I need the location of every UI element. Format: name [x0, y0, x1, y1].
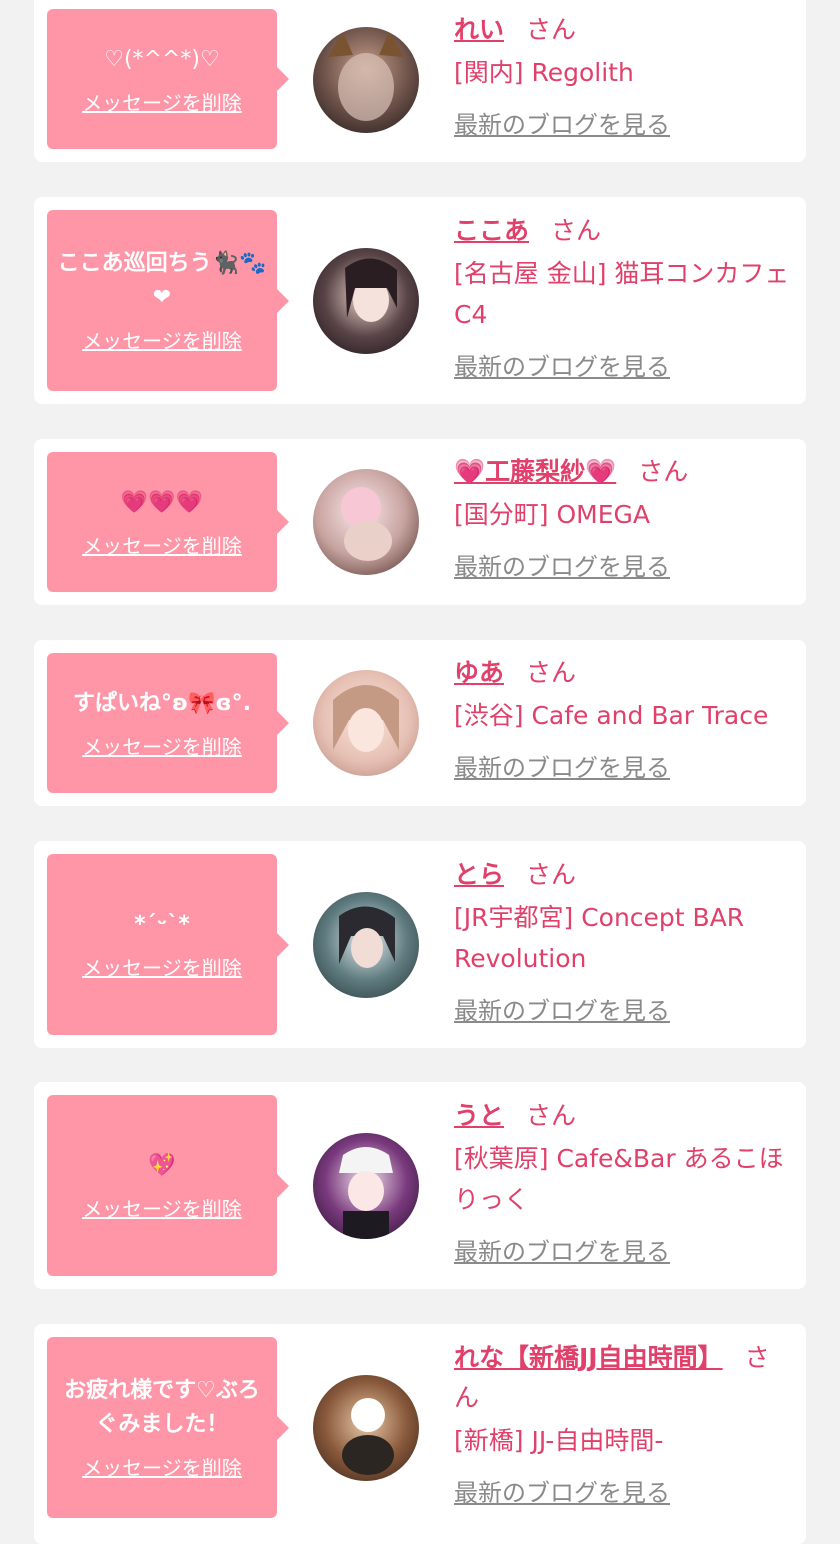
message-text: すぱいね°ʚ🎀ɞ°. [73, 690, 251, 716]
profile-photo-icon [313, 469, 419, 575]
user-name-link[interactable]: ここあ [454, 216, 529, 245]
list-item: 💖 メッセージを削除 うと さん [秋葉原] Cafe&Bar あるこほりっく 最… [34, 1082, 806, 1289]
list-item: *ˊᵕˋ* メッセージを削除 とら さん [JR宇都宮] Concept BAR … [34, 841, 806, 1048]
avatar[interactable] [313, 892, 419, 998]
latest-blog-link[interactable]: 最新のブログを見る [454, 1232, 670, 1267]
list-item: ここあ巡回ちう🐈‍⬛🐾❤ メッセージを削除 ここあ さん [名古屋 金山] 猫耳コ… [34, 197, 806, 404]
honorific: さん [526, 658, 577, 687]
user-name-link[interactable]: とら [454, 860, 504, 889]
delete-message-link[interactable]: メッセージを削除 [82, 731, 242, 760]
user-name-link[interactable]: れな【新橋JJ自由時間】 [454, 1343, 723, 1372]
message-bubble: *ˊᵕˋ* メッセージを削除 [47, 854, 289, 1035]
avatar[interactable] [313, 248, 419, 354]
honorific: さん [526, 860, 577, 889]
user-name-link[interactable]: 💗工藤梨紗💗 [454, 457, 616, 486]
delete-message-link[interactable]: メッセージを削除 [82, 325, 242, 354]
delete-message-link[interactable]: メッセージを削除 [82, 1193, 242, 1222]
profile-photo-icon [313, 892, 419, 998]
user-name-link[interactable]: れい [454, 15, 504, 44]
message-text: 💖 [148, 1153, 176, 1178]
message-text: お疲れ様です♡ぶろぐみました！ [64, 1378, 260, 1437]
profile-photo-icon [313, 1133, 419, 1239]
avatar[interactable] [313, 1375, 419, 1481]
honorific: さん [526, 1101, 577, 1130]
latest-blog-link[interactable]: 最新のブログを見る [454, 105, 670, 140]
profile-photo-icon [313, 670, 419, 776]
message-bubble: お疲れ様です♡ぶろぐみました！ メッセージを削除 [47, 1337, 289, 1518]
delete-message-link[interactable]: メッセージを削除 [82, 1452, 242, 1481]
list-item: すぱいね°ʚ🎀ɞ°. メッセージを削除 ゆあ さん [渋谷] Cafe and B… [34, 640, 806, 806]
message-bubble: 💖 メッセージを削除 [47, 1095, 289, 1276]
latest-blog-link[interactable]: 最新のブログを見る [454, 547, 670, 582]
entry-info: れい さん [関内] Regolith 最新のブログを見る [454, 10, 794, 140]
list-item: 💗💗💗 メッセージを削除 💗工藤梨紗💗 さん [国分町] OMEGA 最新のブログ… [34, 439, 806, 605]
avatar[interactable] [313, 1133, 419, 1239]
delete-message-link[interactable]: メッセージを削除 [82, 952, 242, 981]
avatar[interactable] [313, 469, 419, 575]
shop-name: [名古屋 金山] 猫耳コンカフェ C4 [454, 259, 790, 329]
message-bubble: ここあ巡回ちう🐈‍⬛🐾❤ メッセージを削除 [47, 210, 289, 391]
shop-name: [JR宇都宮] Concept BAR Revolution [454, 903, 745, 973]
message-bubble: 💗💗💗 メッセージを削除 [47, 452, 289, 592]
delete-message-link[interactable]: メッセージを削除 [82, 87, 242, 116]
entry-info: うと さん [秋葉原] Cafe&Bar あるこほりっく 最新のブログを見る [454, 1096, 794, 1267]
shop-name: [新橋] JJ-自由時間- [454, 1426, 664, 1455]
message-bubble: すぱいね°ʚ🎀ɞ°. メッセージを削除 [47, 653, 289, 793]
shop-name: [秋葉原] Cafe&Bar あるこほりっく [454, 1144, 784, 1214]
list-item: お疲れ様です♡ぶろぐみました！ メッセージを削除 れな【新橋JJ自由時間】 さん … [34, 1324, 806, 1544]
delete-message-link[interactable]: メッセージを削除 [82, 530, 242, 559]
latest-blog-link[interactable]: 最新のブログを見る [454, 1473, 670, 1508]
message-text: *ˊᵕˋ* [134, 912, 190, 937]
list-item: ♡(*^^*)♡ メッセージを削除 れい さん [関内] Regolith 最新の… [34, 0, 806, 162]
shop-name: [関内] Regolith [454, 58, 634, 87]
entry-info: 💗工藤梨紗💗 さん [国分町] OMEGA 最新のブログを見る [454, 452, 794, 582]
entry-info: とら さん [JR宇都宮] Concept BAR Revolution 最新のブ… [454, 855, 794, 1026]
entry-info: れな【新橋JJ自由時間】 さん [新橋] JJ-自由時間- 最新のブログを見る [454, 1338, 794, 1508]
entry-info: ゆあ さん [渋谷] Cafe and Bar Trace 最新のブログを見る [454, 653, 794, 783]
profile-photo-icon [313, 27, 419, 133]
message-text: ここあ巡回ちう🐈‍⬛🐾❤ [57, 251, 267, 310]
latest-blog-link[interactable]: 最新のブログを見る [454, 991, 670, 1026]
latest-blog-link[interactable]: 最新のブログを見る [454, 748, 670, 783]
user-name-link[interactable]: ゆあ [454, 658, 504, 687]
message-text: 💗💗💗 [120, 489, 204, 515]
message-bubble: ♡(*^^*)♡ メッセージを削除 [47, 9, 289, 149]
honorific: さん [526, 15, 577, 44]
entry-info: ここあ さん [名古屋 金山] 猫耳コンカフェ C4 最新のブログを見る [454, 211, 794, 382]
avatar[interactable] [313, 670, 419, 776]
profile-photo-icon [313, 1375, 419, 1481]
honorific: さん [551, 216, 602, 245]
shop-name: [国分町] OMEGA [454, 500, 650, 529]
profile-photo-icon [313, 248, 419, 354]
shop-name: [渋谷] Cafe and Bar Trace [454, 701, 769, 730]
avatar[interactable] [313, 27, 419, 133]
honorific: さん [638, 457, 689, 486]
latest-blog-link[interactable]: 最新のブログを見る [454, 347, 670, 382]
message-text: ♡(*^^*)♡ [104, 46, 220, 72]
user-name-link[interactable]: うと [454, 1101, 504, 1130]
